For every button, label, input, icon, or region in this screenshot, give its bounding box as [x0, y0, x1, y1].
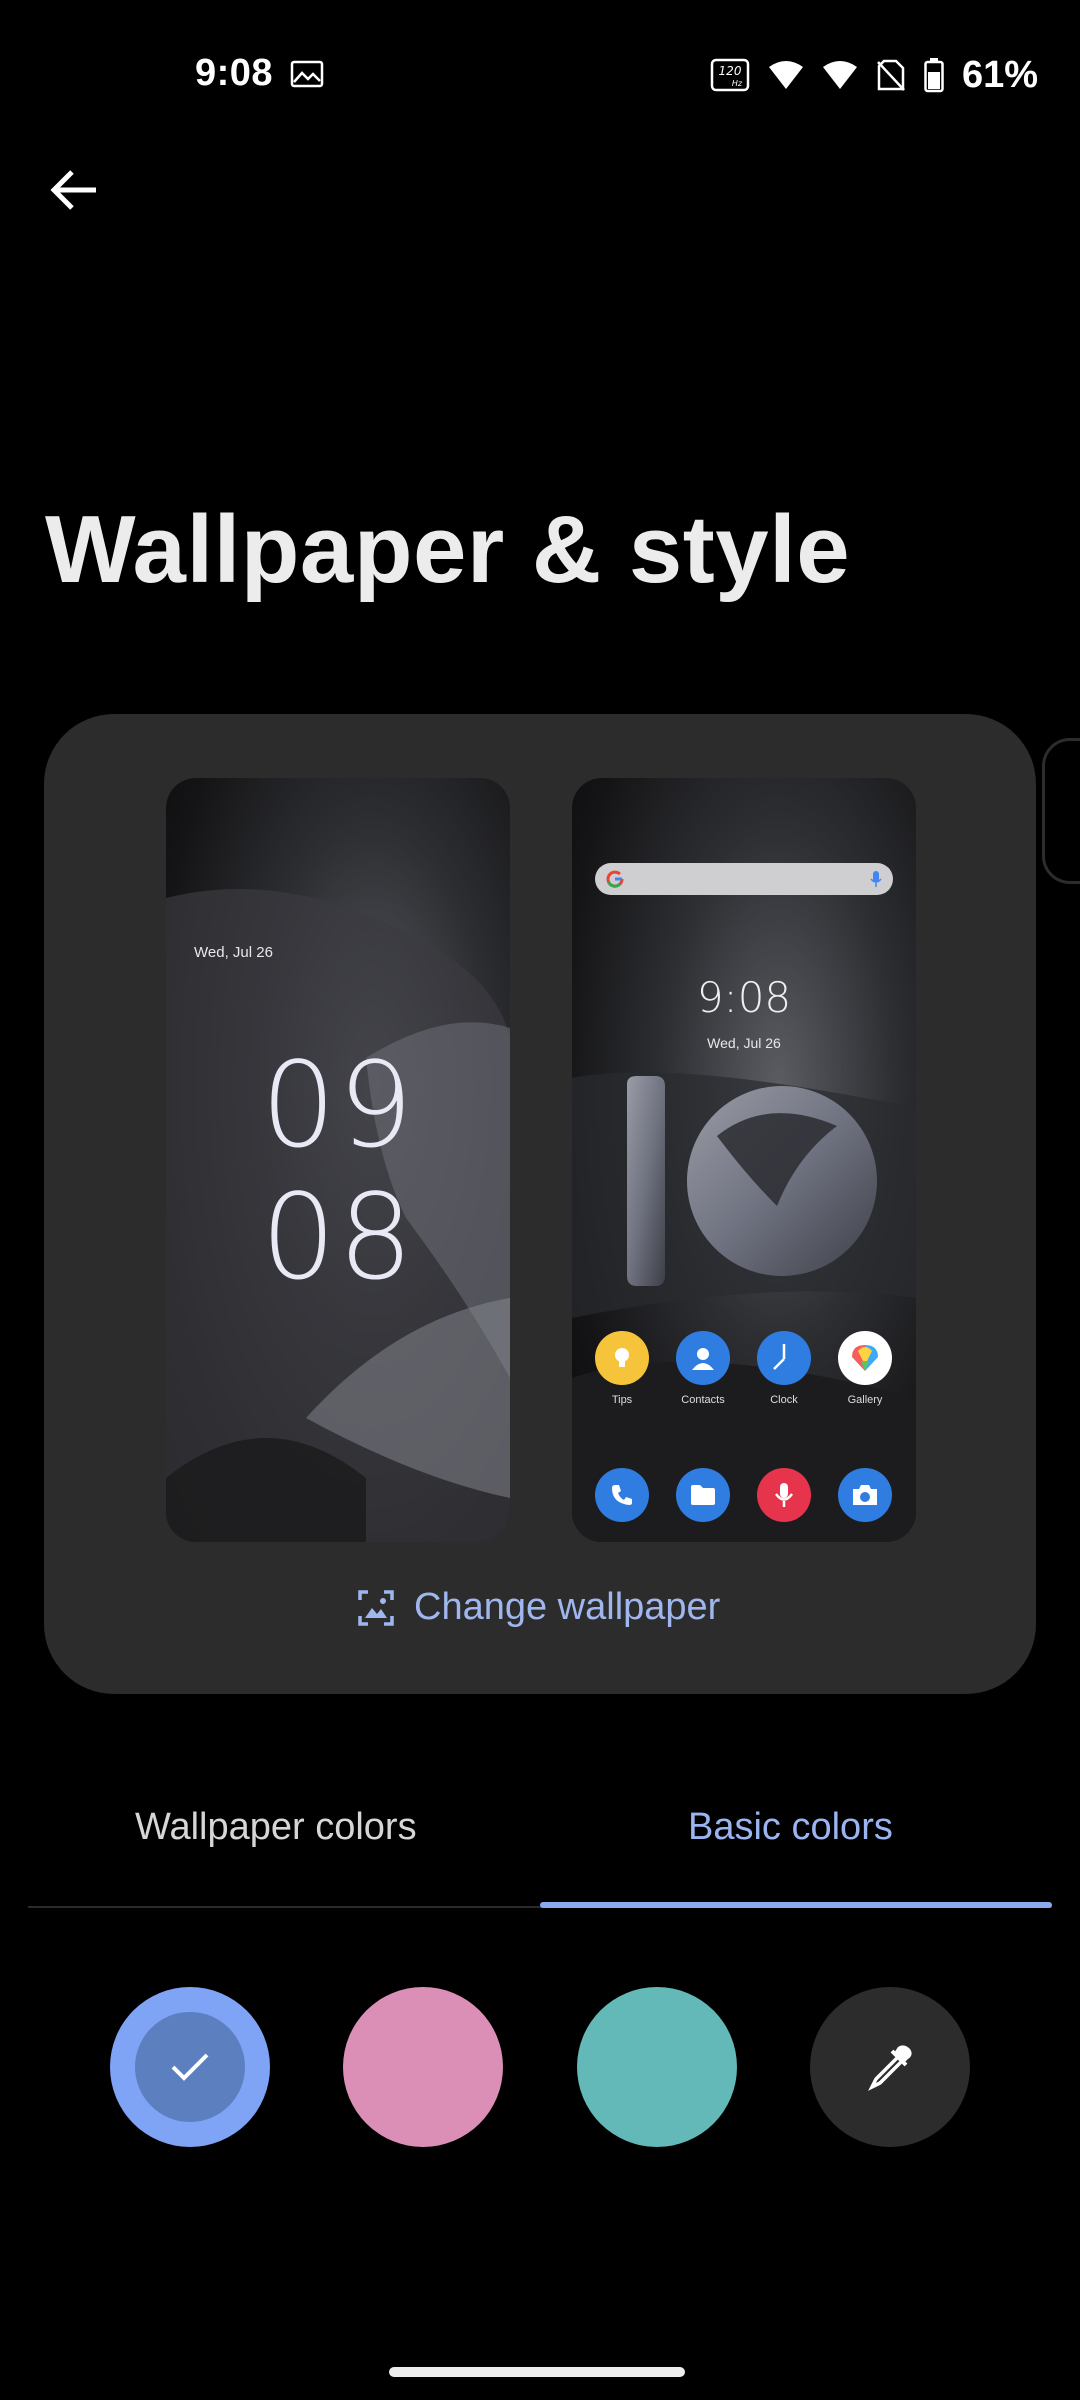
next-preview-peek[interactable]	[1042, 738, 1080, 884]
google-logo-icon	[606, 870, 624, 888]
color-swatch-pink[interactable]	[343, 1987, 503, 2147]
battery-icon	[924, 58, 944, 93]
lock-screen-preview[interactable]: Wed, Jul 26 09 08	[166, 778, 510, 1542]
mic-icon	[757, 1468, 811, 1522]
voice-search-icon[interactable]	[869, 870, 883, 888]
status-bar: 9:08 120 Hz 61%	[0, 0, 1080, 150]
svg-text:120: 120	[719, 64, 742, 78]
gallery-pinwheel-icon	[838, 1331, 892, 1385]
wifi-icon	[769, 61, 803, 89]
refresh-rate-icon: 120 Hz	[710, 58, 750, 92]
wallpaper-picker-icon	[358, 1589, 394, 1626]
clock-icon	[757, 1331, 811, 1385]
dock-camera[interactable]	[830, 1468, 900, 1522]
lock-clock-minute: 08	[260, 1168, 416, 1306]
home-date: Wed, Jul 26	[707, 1035, 781, 1051]
home-screen-preview[interactable]: 9:08 Wed, Jul 26 Tips Contacts Clock Gal…	[572, 778, 916, 1542]
tab-basic-colors[interactable]: Basic colors	[688, 1806, 893, 1849]
eyedropper-icon	[868, 2045, 912, 2091]
lightbulb-icon	[595, 1331, 649, 1385]
camera-icon	[838, 1468, 892, 1522]
search-bar[interactable]	[595, 863, 893, 895]
color-swatch-custom[interactable]	[810, 1987, 970, 2147]
change-wallpaper-button[interactable]: Change wallpaper	[356, 1586, 720, 1629]
lock-date: Wed, Jul 26	[194, 944, 273, 961]
app-tips[interactable]: Tips	[587, 1331, 657, 1406]
back-button[interactable]	[40, 150, 110, 230]
dock-recorder[interactable]	[749, 1468, 819, 1522]
app-label: Contacts	[681, 1394, 725, 1406]
status-icons: 120 Hz 61%	[710, 53, 1039, 96]
arrow-left-icon	[50, 170, 96, 210]
color-swatch-teal[interactable]	[577, 1987, 737, 2147]
person-icon	[676, 1331, 730, 1385]
checkmark-icon	[171, 2053, 209, 2081]
change-wallpaper-label: Change wallpaper	[414, 1586, 721, 1628]
app-gallery[interactable]: Gallery	[830, 1331, 900, 1406]
dock-phone[interactable]	[587, 1468, 657, 1522]
phone-icon	[595, 1468, 649, 1522]
no-sim-icon	[877, 59, 905, 91]
svg-text:Hz: Hz	[732, 79, 743, 88]
tab-wallpaper-colors[interactable]: Wallpaper colors	[135, 1806, 417, 1849]
signal-icon	[823, 61, 857, 89]
folder-icon	[676, 1468, 730, 1522]
image-notification-icon	[290, 60, 324, 88]
status-time: 9:08	[195, 52, 274, 94]
dock-files[interactable]	[668, 1468, 738, 1522]
swatch-selected-inner	[135, 2012, 245, 2122]
gesture-navigation-bar[interactable]	[389, 2367, 685, 2377]
app-label: Tips	[611, 1394, 633, 1406]
android-version-art	[627, 1076, 877, 1286]
battery-percent: 61%	[962, 53, 1039, 96]
tab-selected-indicator	[540, 1902, 1052, 1908]
app-contacts[interactable]: Contacts	[668, 1331, 738, 1406]
page-title: Wallpaper & style	[45, 496, 851, 603]
home-clock: 9:08	[696, 973, 792, 1022]
app-label: Gallery	[847, 1394, 883, 1406]
lock-clock-hour: 09	[260, 1036, 416, 1174]
app-clock[interactable]: Clock	[749, 1331, 819, 1406]
app-label: Clock	[770, 1394, 798, 1406]
color-swatch-blue[interactable]	[110, 1987, 270, 2147]
